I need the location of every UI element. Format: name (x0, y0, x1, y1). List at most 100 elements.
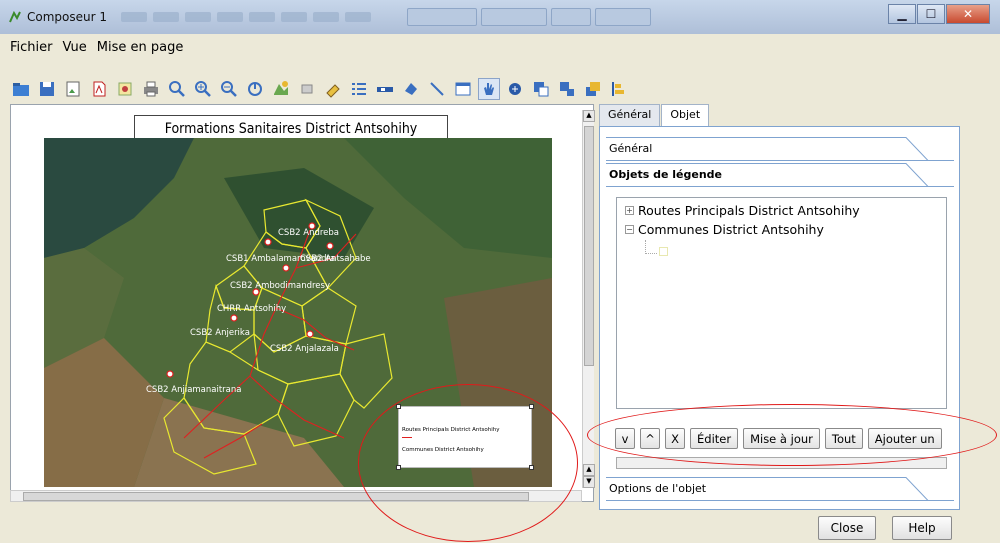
section-general-header[interactable]: Général (606, 137, 954, 161)
move-down-button[interactable]: v (615, 428, 635, 449)
folder-icon (13, 83, 29, 96)
map-label: CSB2 Andreba (278, 228, 339, 238)
legend-items-tree[interactable]: + Routes Principals District Antsohihy −… (616, 197, 947, 409)
remove-button[interactable]: X (665, 428, 685, 449)
add-group-button[interactable]: Ajouter un (867, 428, 942, 449)
resize-handle[interactable] (396, 465, 401, 470)
scroll-thumb[interactable] (23, 492, 529, 501)
map-label: CSB2 Anjiamanaitrana (146, 385, 241, 395)
shape-icon (405, 83, 417, 95)
add-map-button[interactable] (270, 78, 292, 100)
taskbar-blur (153, 12, 179, 22)
taskbar-blur (313, 12, 339, 22)
add-image-icon (301, 84, 313, 94)
scroll-up-arrow[interactable]: ▲ (583, 464, 595, 476)
align-icon (612, 82, 624, 96)
legend-item[interactable]: Routes Principals District Antsohihy Com… (396, 404, 534, 470)
resize-handle[interactable] (396, 404, 401, 409)
zoom-in-icon (195, 81, 211, 97)
tab-general[interactable]: Général (599, 104, 661, 126)
map-label: CHRR Antsohihy (217, 304, 286, 314)
menu-fichier[interactable]: Fichier (10, 40, 53, 55)
scroll-down-arrow[interactable]: ▼ (583, 476, 595, 488)
canvas-horizontal-scrollbar[interactable] (10, 490, 582, 502)
legend-entry-communes: Communes District Antsohihy (402, 447, 484, 453)
section-legend-items-header[interactable]: Objets de légende (606, 163, 954, 187)
table-icon (455, 82, 471, 96)
menu-bar: Fichier Vue Mise en page (0, 36, 193, 58)
add-arrow-button[interactable] (426, 78, 448, 100)
scroll-thumb[interactable] (584, 126, 594, 366)
refresh-button[interactable] (244, 78, 266, 100)
export-svg-button[interactable] (114, 78, 136, 100)
canvas-vertical-scrollbar[interactable]: ▲ ▲ ▼ (582, 110, 595, 488)
select-move-button[interactable] (478, 78, 500, 100)
tree-connector (645, 240, 646, 254)
export-image-button[interactable] (62, 78, 84, 100)
add-shape-button[interactable] (400, 78, 422, 100)
minimize-button[interactable]: ▁ (888, 4, 916, 24)
add-map-icon (274, 81, 288, 95)
group-icon (534, 82, 549, 97)
export-pdf-button[interactable] (88, 78, 110, 100)
print-button[interactable] (140, 78, 162, 100)
composition-canvas[interactable]: Formations Sanitaires District Antsohihy (10, 104, 594, 502)
section-separator (606, 137, 954, 161)
menu-vue[interactable]: Vue (63, 40, 87, 55)
help-button[interactable]: Help (892, 516, 952, 540)
tree-node-communes[interactable]: − Communes District Antsohihy (625, 222, 824, 237)
zoom-full-icon (169, 81, 185, 97)
taskbar-blur (281, 12, 307, 22)
expand-icon[interactable]: + (625, 206, 634, 215)
tree-node-label: Routes Principals District Antsohihy (638, 203, 860, 218)
tree-node-label: Communes District Antsohihy (638, 222, 824, 237)
taskbar-blur (249, 12, 275, 22)
update-button[interactable]: Mise à jour (743, 428, 820, 449)
taskbar-blur (345, 12, 371, 22)
save-icon (40, 82, 54, 96)
map-label: CSB2 Ambodimandresy (230, 281, 330, 291)
close-window-button[interactable]: ✕ (946, 4, 990, 24)
close-button[interactable]: Close (818, 516, 876, 540)
section-item-options-header[interactable]: Options de l'objet (606, 477, 954, 501)
label-icon (326, 84, 340, 98)
add-table-button[interactable] (452, 78, 474, 100)
save-template-button[interactable] (36, 78, 58, 100)
svg-export-icon (118, 82, 132, 96)
section-general-label: Général (609, 142, 653, 155)
move-content-button[interactable] (504, 78, 526, 100)
ungroup-icon (560, 82, 574, 96)
tab-objet[interactable]: Objet (661, 104, 710, 126)
group-button[interactable] (530, 78, 552, 100)
panel-horizontal-scrollbar[interactable] (616, 457, 947, 469)
resize-handle[interactable] (529, 404, 534, 409)
zoom-out-icon (221, 81, 237, 97)
menu-mise-en-page[interactable]: Mise en page (97, 40, 184, 55)
open-template-button[interactable] (10, 78, 32, 100)
collapse-icon[interactable]: − (625, 225, 634, 234)
ungroup-button[interactable] (556, 78, 578, 100)
tree-node-roads[interactable]: + Routes Principals District Antsohihy (625, 203, 860, 218)
zoom-out-button[interactable] (218, 78, 240, 100)
add-scalebar-button[interactable] (374, 78, 396, 100)
zoom-in-button[interactable] (192, 78, 214, 100)
add-legend-button[interactable] (348, 78, 370, 100)
map-label: CSB2 Anjalazala (270, 344, 339, 354)
raise-button[interactable] (582, 78, 604, 100)
road-symbol (402, 437, 412, 438)
resize-handle[interactable] (529, 465, 534, 470)
refresh-icon (248, 82, 262, 96)
zoom-full-button[interactable] (166, 78, 188, 100)
add-image-button[interactable] (296, 78, 318, 100)
maximize-button[interactable]: ☐ (917, 4, 945, 24)
raise-icon (586, 82, 600, 96)
scroll-up-arrow[interactable]: ▲ (583, 110, 595, 122)
section-item-options-label: Options de l'objet (609, 482, 707, 495)
align-button[interactable] (608, 78, 630, 100)
window-title: Composeur 1 (27, 10, 107, 24)
all-button[interactable]: Tout (824, 428, 863, 449)
add-label-button[interactable] (322, 78, 344, 100)
move-up-button[interactable]: ^ (640, 428, 660, 449)
edit-button[interactable]: Éditer (690, 428, 739, 449)
tree-connector (645, 253, 657, 254)
